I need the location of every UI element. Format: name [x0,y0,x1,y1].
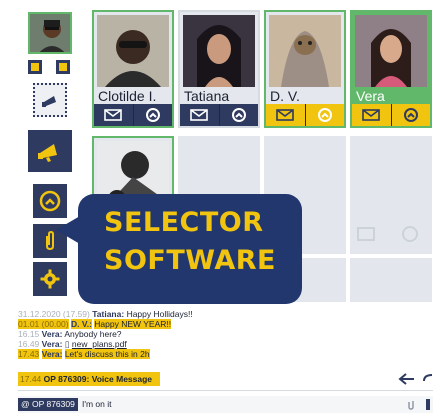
selector-software-banner: SELECTOR SOFTWARE [56,194,302,304]
chat-message: 17.43 Vera: Let's discuss this in 2h [18,349,433,359]
settings-button[interactable] [33,262,67,296]
contact-card[interactable]: D. V. [264,10,346,128]
speaker-icon [42,96,56,107]
chat-message: 16.15 Vera: Anybody here? [18,329,433,339]
contact-photo [183,15,255,87]
message-button[interactable] [266,104,305,126]
chat-message: 31.12.2020 (17.59) Tatiana: Happy Hollid… [18,309,433,319]
contact-name: Vera [356,88,385,104]
message-time: 17.44 [20,374,42,384]
speaker-mode-button[interactable] [33,83,67,117]
banner-line-2: SOFTWARE [104,245,276,276]
call-contact-button[interactable] [304,104,344,126]
contact-card[interactable]: Tatiana [178,10,260,128]
envelope-icon [276,109,295,121]
message-input-row[interactable]: @ OP 876309 I'm on it [18,396,433,413]
message-time: 31.12.2020 (17.59) [18,309,90,319]
message-sender: Tatiana: [92,309,125,319]
message-text: Let's discuss this in 2h [64,349,150,359]
empty-slot [350,136,432,254]
megaphone-button[interactable] [28,130,72,172]
contact-name: D. V. [270,88,300,104]
message-text: Happy NEW YEAR!! [94,319,172,329]
envelope-icon [104,109,123,121]
message-time: 16.49 [18,339,40,349]
phone-icon [317,108,332,122]
message-sender: Vera: [41,329,63,339]
megaphone-icon [38,144,57,162]
avatar-photo [30,14,70,52]
contact-card[interactable]: Clotilde I. [92,10,174,128]
layout-toggle-1[interactable] [28,60,42,74]
envelope-icon [190,109,209,121]
call-contact-button[interactable] [132,104,173,126]
own-avatar[interactable] [28,12,72,54]
faded-actions [357,226,418,242]
message-button[interactable] [352,104,391,126]
file-icon: ▯ [64,339,70,349]
chat-message: 01.01 (00.00) D. V.: Happy NEW YEAR!! [18,319,433,329]
phone-icon [39,190,61,212]
phone-icon [145,108,160,122]
call-contact-button[interactable] [218,104,259,126]
reply-icon[interactable] [398,372,416,386]
contact-name: Clotilde I. [98,88,157,104]
send-button[interactable] [426,399,430,410]
contact-name: Tatiana [184,88,230,104]
message-time: 17.43 [18,349,40,359]
divider [18,390,433,391]
empty-slot [350,258,432,302]
message-sender: D. V.: [70,319,92,329]
phone-icon [231,108,246,122]
call-button[interactable] [33,184,67,218]
message-button[interactable] [94,104,133,126]
chat-log: 31.12.2020 (17.59) Tatiana: Happy Hollid… [18,309,433,359]
message-time: 01.01 (00.00) [18,319,69,329]
message-sender: Vera: [41,339,63,349]
message-button[interactable] [180,104,219,126]
contact-card-selected[interactable]: Vera [350,10,432,128]
message-time: 16.15 [18,329,40,339]
attachment-link[interactable]: new_plans.pdf [72,339,127,349]
contact-photo [269,15,341,87]
gear-icon [40,269,60,289]
contact-photo [355,15,427,87]
phone-icon [403,108,418,122]
message-text: Happy Hollidays!! [126,309,193,319]
envelope-icon [362,109,381,121]
chat-message: 16.49 Vera: ▯ new_plans.pdf [18,339,433,349]
message-sender: Vera: [41,349,63,359]
message-text: Anybody here? [64,329,122,339]
voice-message[interactable]: 17.44 OP 876309: Voice Message [18,372,160,386]
contact-photo [97,15,169,87]
paperclip-icon[interactable] [407,399,415,410]
banner-line-1: SELECTOR [104,207,264,238]
layout-toggle-2[interactable] [56,60,70,74]
recipient-badge[interactable]: @ OP 876309 [18,398,78,411]
call-contact-button[interactable] [390,104,430,126]
refresh-icon[interactable] [422,372,433,386]
message-input[interactable]: I'm on it [82,398,112,411]
voice-message-text: OP 876309: Voice Message [43,374,153,384]
